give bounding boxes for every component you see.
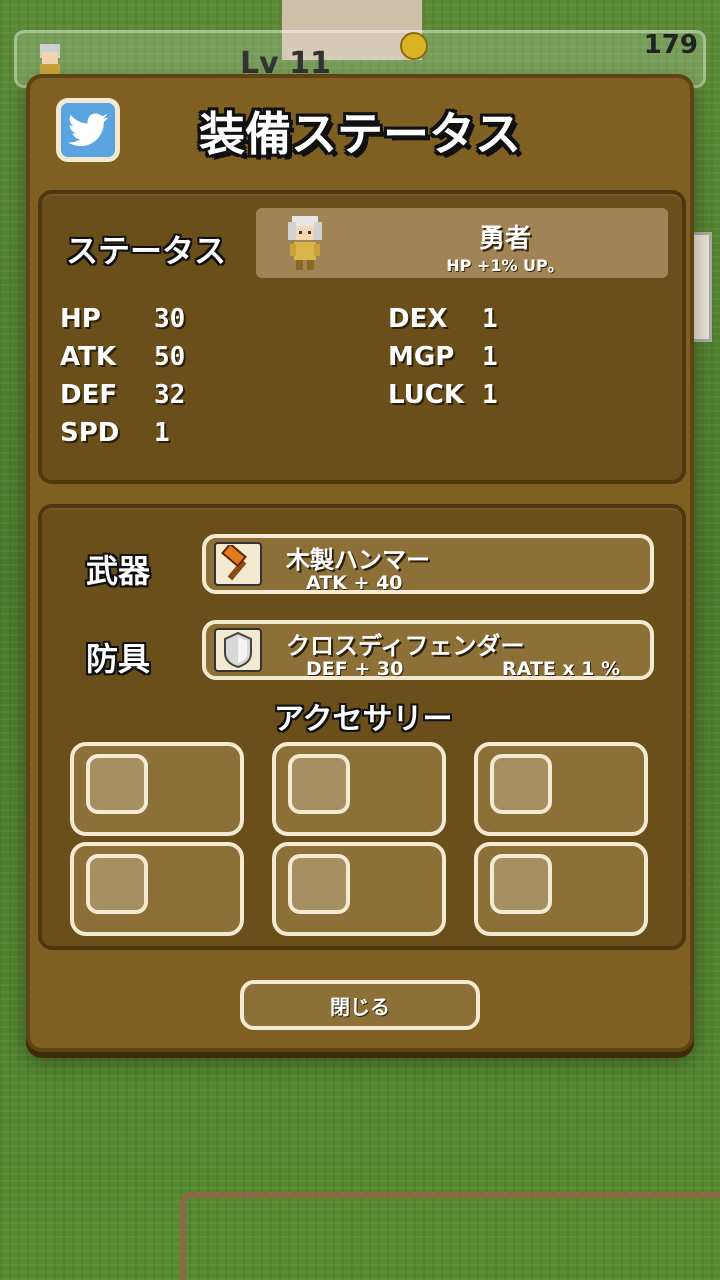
- stat-label-luck: LUCK: [388, 380, 464, 410]
- armor-stat: DEF + 30: [306, 658, 404, 680]
- weapon-name: 木製ハンマー: [286, 546, 430, 574]
- stat-label-atk: ATK: [60, 342, 116, 372]
- gold-coin-icon: [400, 32, 428, 60]
- hud-avatar: [32, 42, 68, 78]
- stat-value-luck: 1: [482, 380, 498, 410]
- accessory-slot-icon: [490, 854, 552, 914]
- status-heading: ステータス: [66, 232, 227, 270]
- accessory-slot-2[interactable]: [272, 742, 446, 836]
- hud-gold-count: 179: [643, 30, 698, 60]
- stat-label-hp: HP: [60, 304, 101, 334]
- armor-rate: RATE x 1 %: [502, 658, 621, 680]
- accessory-slot-icon: [86, 854, 148, 914]
- stat-value-def: 32: [154, 380, 186, 410]
- accessory-slot-6[interactable]: [474, 842, 648, 936]
- stat-label-mgp: MGP: [388, 342, 455, 372]
- accessory-slot-icon: [86, 754, 148, 814]
- accessory-slot-icon: [490, 754, 552, 814]
- close-button[interactable]: 閉じる: [240, 980, 480, 1030]
- accessory-slot-icon: [288, 854, 350, 914]
- accessory-slot-icon: [288, 754, 350, 814]
- stat-label-spd: SPD: [60, 418, 120, 448]
- accessory-slot-1[interactable]: [70, 742, 244, 836]
- weapon-label: 武器: [86, 552, 151, 590]
- twitter-share-button[interactable]: [56, 98, 120, 162]
- armor-label: 防具: [86, 640, 151, 678]
- stat-value-dex: 1: [482, 304, 498, 334]
- accessory-slot-3[interactable]: [474, 742, 648, 836]
- accessory-heading: アクセサリー: [274, 702, 453, 737]
- stat-label-def: DEF: [60, 380, 118, 410]
- accessory-slot-5[interactable]: [272, 842, 446, 936]
- armor-slot[interactable]: クロスディフェンダー DEF + 30 RATE x 1 %: [202, 620, 654, 680]
- hammer-icon: [214, 542, 262, 586]
- stat-value-mgp: 1: [482, 342, 498, 372]
- accessory-slot-4[interactable]: [70, 842, 244, 936]
- weapon-slot[interactable]: 木製ハンマー ATK + 40: [202, 534, 654, 594]
- armor-name: クロスディフェンダー: [286, 632, 525, 660]
- stat-value-atk: 50: [154, 342, 186, 372]
- stat-value-hp: 30: [154, 304, 186, 334]
- hero-sprite-icon: [280, 212, 330, 274]
- background-field-border: [180, 1192, 720, 1280]
- stat-label-dex: DEX: [388, 304, 448, 334]
- twitter-bird-icon: [68, 113, 108, 146]
- dialog-title: 装備ステータス: [199, 107, 521, 161]
- shield-icon: [214, 628, 262, 672]
- stat-value-spd: 1: [154, 418, 170, 448]
- weapon-stat: ATK + 40: [306, 572, 403, 594]
- job-name: 勇者: [478, 224, 531, 254]
- job-bonus: HP +1% UP。: [446, 256, 564, 275]
